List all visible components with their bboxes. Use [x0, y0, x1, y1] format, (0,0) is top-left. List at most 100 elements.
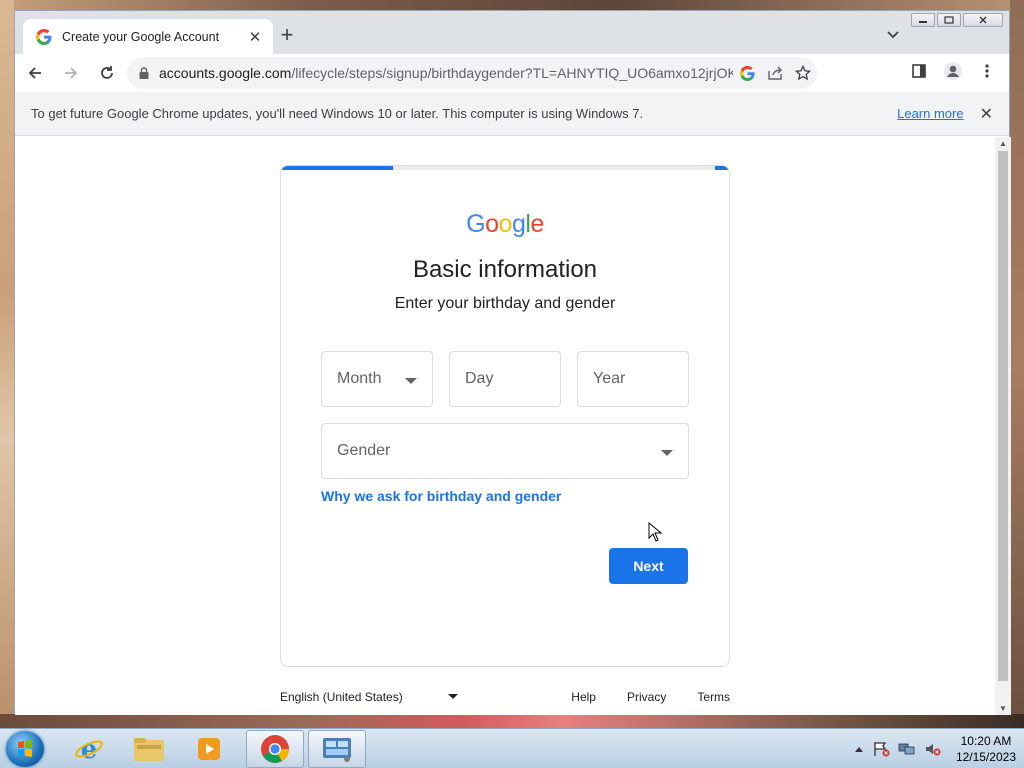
update-infobar: To get future Google Chrome updates, you…	[15, 92, 1009, 136]
desktop-wallpaper-right	[1010, 0, 1024, 730]
browser-toolbar: accounts.google.com/lifecycle/steps/sign…	[15, 54, 1009, 92]
google-logo: Google	[281, 210, 729, 239]
clock-date: 12/15/2023	[955, 750, 1016, 764]
chrome-menu-button[interactable]	[973, 57, 1001, 85]
restore-icon	[944, 16, 954, 24]
google-logo-letter: G	[466, 210, 486, 238]
next-button[interactable]: Next	[609, 548, 688, 584]
url-text: accounts.google.com/lifecycle/steps/sign…	[159, 65, 733, 81]
forward-arrow-icon	[65, 67, 78, 79]
infobar-message: To get future Google Chrome updates, you…	[31, 106, 644, 121]
chrome-icon	[261, 735, 289, 763]
scroll-down-arrow-icon[interactable]: ▼	[999, 704, 1007, 713]
bookmark-button[interactable]	[789, 59, 817, 87]
taskbar-internet-explorer[interactable]: e	[60, 730, 118, 768]
day-input[interactable]: Day	[449, 351, 561, 407]
mouse-cursor-icon	[648, 522, 662, 542]
language-dropdown-arrow-icon[interactable]	[448, 694, 458, 699]
close-window-icon	[979, 16, 987, 24]
new-tab-button[interactable]: +	[275, 24, 299, 48]
footer-links: Help Privacy Terms	[571, 690, 730, 704]
language-selector[interactable]: English (United States)	[280, 690, 403, 704]
google-g-icon	[739, 65, 755, 81]
folder-icon	[134, 738, 164, 761]
forward-button[interactable]	[55, 57, 87, 89]
gender-placeholder: Gender	[337, 442, 391, 459]
side-panel-icon	[912, 64, 926, 78]
google-favicon-icon	[36, 28, 52, 45]
system-tray: 10:20 AM 12/15/2023	[854, 729, 1016, 768]
reload-button[interactable]	[91, 57, 123, 89]
terms-link[interactable]: Terms	[697, 690, 730, 704]
windows-logo-icon	[18, 740, 32, 757]
window-controls	[911, 13, 1003, 27]
scroll-up-arrow-icon[interactable]: ▲	[999, 139, 1007, 148]
start-button[interactable]	[6, 731, 44, 767]
progress-fill	[281, 166, 393, 170]
url-host: accounts.google.com	[159, 65, 292, 81]
share-icon	[768, 66, 782, 80]
google-logo-letter: g	[511, 210, 526, 238]
address-bar[interactable]: accounts.google.com/lifecycle/steps/sign…	[127, 57, 817, 89]
taskbar-clock[interactable]: 10:20 AM 12/15/2023	[956, 733, 1016, 765]
day-placeholder: Day	[465, 370, 494, 387]
privacy-link[interactable]: Privacy	[627, 690, 666, 704]
progress-end-cap	[715, 166, 729, 170]
desktop-wallpaper-left	[0, 0, 14, 730]
scroll-thumb[interactable]	[998, 151, 1008, 681]
tab-title: Create your Google Account	[62, 29, 220, 44]
volume-muted-icon[interactable]	[924, 741, 942, 757]
star-icon	[795, 65, 811, 81]
back-button[interactable]	[19, 57, 51, 89]
year-placeholder: Year	[593, 370, 626, 387]
profile-button[interactable]	[939, 57, 967, 85]
signup-card: Google Basic information Enter your birt…	[280, 165, 730, 667]
tab-search-chevron-icon[interactable]	[885, 27, 901, 43]
windows-taskbar: e 10:20 AM 12/15/2023	[0, 728, 1024, 768]
profile-avatar-icon	[944, 62, 962, 80]
clock-time: 10:20 AM	[960, 734, 1012, 748]
taskbar-media-player[interactable]	[180, 730, 238, 768]
infobar-close-icon[interactable]: ✕	[980, 104, 993, 124]
toolbar-right	[905, 57, 1001, 85]
kebab-menu-icon	[985, 64, 989, 78]
google-logo-letter: o	[498, 210, 513, 238]
page-subtitle: Enter your birthday and gender	[394, 295, 616, 312]
year-input[interactable]: Year	[577, 351, 689, 407]
media-player-icon	[198, 738, 220, 760]
page-title: Basic information	[412, 256, 598, 283]
reload-icon	[101, 66, 113, 79]
month-select[interactable]: Month	[321, 351, 433, 407]
network-icon[interactable]	[898, 741, 916, 757]
tab-create-account[interactable]: Create your Google Account ✕	[23, 19, 273, 54]
minimize-button[interactable]	[911, 13, 935, 27]
gender-dropdown-arrow-icon	[661, 450, 673, 456]
learn-more-link[interactable]: Learn more	[897, 106, 963, 121]
lock-icon[interactable]	[137, 66, 151, 80]
taskbar-chrome[interactable]	[246, 730, 304, 768]
show-hidden-icons-icon[interactable]	[854, 745, 864, 753]
month-dropdown-arrow-icon	[405, 378, 417, 384]
svg-text:e: e	[81, 735, 98, 764]
help-link[interactable]: Help	[571, 690, 596, 704]
taskbar-file-explorer[interactable]	[120, 730, 178, 768]
action-center-flag-icon[interactable]	[872, 741, 890, 757]
page-viewport: Google Basic information Enter your birt…	[15, 137, 1011, 715]
taskbar-control-panel[interactable]	[308, 730, 366, 768]
url-path: /lifecycle/steps/signup/birthdaygender?T…	[291, 65, 733, 81]
vertical-scrollbar[interactable]: ▲ ▼	[995, 137, 1011, 715]
minimize-icon	[919, 21, 927, 23]
side-panel-button[interactable]	[905, 57, 933, 85]
google-logo-letter: o	[485, 210, 499, 238]
close-window-button[interactable]	[963, 13, 1003, 27]
back-arrow-icon	[28, 67, 41, 79]
share-button[interactable]	[761, 59, 789, 87]
why-birthday-gender-link[interactable]: Why we ask for birthday and gender	[321, 488, 561, 504]
restore-button[interactable]	[937, 13, 961, 27]
google-lens-button[interactable]	[733, 59, 761, 87]
month-placeholder: Month	[337, 370, 382, 387]
chrome-window: Create your Google Account ✕ + accounts.…	[14, 10, 1011, 715]
tab-close-icon[interactable]: ✕	[247, 28, 263, 46]
gender-select[interactable]: Gender	[321, 423, 689, 479]
tab-strip: Create your Google Account ✕ +	[15, 11, 1009, 54]
